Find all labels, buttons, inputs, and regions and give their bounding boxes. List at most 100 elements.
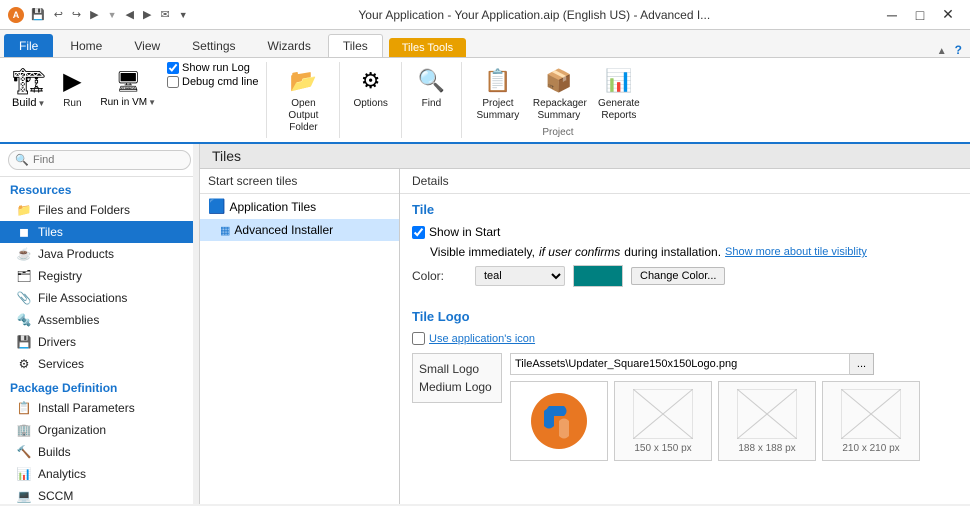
quick-access-forward[interactable]: ▶ [140, 7, 154, 22]
logo-input-row: ... [510, 353, 920, 375]
run-in-vm-button[interactable]: 🖥 Run in VM ▼ [95, 62, 161, 111]
details-header: Details [400, 169, 970, 194]
options-icon: ⚙ [355, 65, 387, 97]
sidebar-item-java-products[interactable]: ☕ Java Products [0, 243, 199, 265]
tree-item-application-tiles[interactable]: 🟦 Application Tiles [200, 194, 399, 219]
logo-thumbnails: 150 x 150 px [510, 381, 920, 461]
show-in-start-checkbox-label[interactable]: Show in Start [412, 225, 500, 239]
sidebar-item-tiles[interactable]: ◼ Tiles [0, 221, 199, 243]
project-summary-button[interactable]: 📋 Project Summary [470, 62, 526, 125]
builds-icon: 🔨 [16, 444, 32, 460]
logo-browse-button[interactable]: ... [850, 353, 874, 375]
window-title: Your Application - Your Application.aip … [191, 8, 878, 22]
quick-access-run[interactable]: ▶ [87, 7, 101, 22]
show-in-start-row: Show in Start [412, 225, 958, 239]
sidebar-item-organization[interactable]: 🏢 Organization [0, 419, 199, 441]
resources-header: Resources [0, 177, 199, 199]
debug-cmd-line-input[interactable] [167, 76, 179, 88]
sidebar-item-assemblies[interactable]: 🔩 Assemblies [0, 309, 199, 331]
sidebar-item-services[interactable]: ⚙ Services [0, 353, 199, 375]
sidebar-item-registry[interactable]: 🗂 Registry [0, 265, 199, 287]
logo-path-input[interactable] [510, 353, 850, 375]
run-button[interactable]: ▶ Run [51, 62, 93, 113]
search-icon: 🔍 [15, 154, 29, 167]
color-row: Color: teal Change Color... [412, 265, 958, 287]
sidebar-item-analytics[interactable]: 📊 Analytics [0, 463, 199, 485]
options-label: Options [353, 98, 387, 110]
tab-view[interactable]: View [119, 34, 175, 57]
logo-thumb-150: 150 x 150 px [614, 381, 712, 461]
tab-tiles[interactable]: Tiles [328, 34, 383, 57]
ribbon-expand-icon[interactable]: ▲ [933, 46, 951, 57]
find-button[interactable]: 🔍 Find [410, 62, 452, 113]
ribbon-help-icon[interactable]: ? [951, 43, 966, 57]
thumb-150-label: 150 x 150 px [634, 443, 691, 454]
use-app-icon-checkbox[interactable] [412, 332, 425, 345]
project-summary-icon: 📋 [482, 65, 514, 97]
open-output-folder-button[interactable]: 📂 Open Output Folder [275, 62, 331, 137]
tab-settings[interactable]: Settings [177, 34, 250, 57]
tab-file[interactable]: File [4, 34, 53, 57]
tile-logo-section: Use application's icon Small Logo Medium… [400, 328, 970, 469]
change-color-button[interactable]: Change Color... [631, 267, 725, 285]
sidebar-item-drivers[interactable]: 💾 Drivers [0, 331, 199, 353]
tab-home[interactable]: Home [55, 34, 117, 57]
generate-reports-button[interactable]: 📊 Generate Reports [592, 62, 646, 125]
advanced-installer-label: Advanced Installer [234, 223, 333, 237]
close-button[interactable]: ✕ [934, 1, 962, 29]
repackager-summary-button[interactable]: 📦 Repackager Summary [528, 62, 590, 125]
tab-wizards[interactable]: Wizards [253, 34, 326, 57]
sidebar-item-files-and-folders[interactable]: 📁 Files and Folders [0, 199, 199, 221]
quick-access-back[interactable]: ◀ [123, 7, 137, 22]
ribbon-group-project: 📋 Project Summary 📦 Repackager Summary 📊… [462, 62, 654, 138]
if-user-confirms-text: if user confirms [539, 245, 620, 259]
logo-labels-box: Small Logo Medium Logo [412, 353, 502, 403]
placeholder-210 [841, 389, 901, 439]
sidebar-item-builds[interactable]: 🔨 Builds [0, 441, 199, 463]
project-group-buttons: 📋 Project Summary 📦 Repackager Summary 📊… [470, 62, 646, 125]
tree-item-advanced-installer[interactable]: ▦ Advanced Installer [200, 219, 399, 241]
sidebar-scrollbar[interactable] [193, 144, 199, 504]
minimize-button[interactable]: ─ [878, 1, 906, 29]
repackager-summary-label: Repackager Summary [533, 98, 585, 122]
thumb-210-label: 210 x 210 px [842, 443, 899, 454]
quick-access-mail[interactable]: ✉ [157, 7, 172, 22]
show-run-log-input[interactable] [167, 62, 179, 74]
placeholder-188 [737, 389, 797, 439]
sidebar-scroll[interactable]: Resources 📁 Files and Folders ◼ Tiles ☕ … [0, 177, 199, 504]
build-button[interactable]: 🏗 Build ▼ [8, 62, 49, 112]
install-params-label: Install Parameters [38, 401, 135, 415]
tab-tiles-tools[interactable]: Tiles Tools [389, 38, 466, 57]
logo-thumb-188: 188 x 188 px [718, 381, 816, 461]
quick-access-save[interactable]: 💾 [28, 7, 48, 22]
color-select[interactable]: teal [475, 266, 565, 286]
show-more-link[interactable]: Show more about tile visiblity [725, 246, 867, 258]
sidebar-item-install-parameters[interactable]: 📋 Install Parameters [0, 397, 199, 419]
tiles-section-header: Tiles [200, 144, 970, 169]
search-input[interactable] [8, 150, 191, 170]
quick-access-more[interactable]: ▼ [176, 9, 191, 21]
use-app-icon-label[interactable]: Use application's icon [429, 333, 535, 345]
build-label-row: Build ▼ [12, 97, 45, 109]
tile-logo-title: Tile Logo [400, 301, 970, 328]
maximize-button[interactable]: □ [906, 1, 934, 29]
thumb-188-label: 188 x 188 px [738, 443, 795, 454]
show-in-start-checkbox[interactable] [412, 226, 425, 239]
show-run-log-checkbox[interactable]: Show run Log [167, 62, 258, 74]
quick-access-undo[interactable]: ↩ [51, 7, 66, 22]
drivers-icon: 💾 [16, 334, 32, 350]
sidebar-item-file-associations[interactable]: 📎 File Associations [0, 287, 199, 309]
quick-access-arrow[interactable]: ▼ [105, 9, 120, 21]
title-bar-tools: 💾 ↩ ↪ ▶ ▼ ◀ ▶ ✉ ▼ [28, 7, 191, 22]
drivers-label: Drivers [38, 335, 76, 349]
medium-logo-label: Medium Logo [419, 378, 495, 396]
java-label: Java Products [38, 247, 114, 261]
placeholder-210-svg [841, 389, 901, 439]
visible-text: Visible immediately, [430, 245, 535, 259]
org-icon: 🏢 [16, 422, 32, 438]
sidebar-item-sccm[interactable]: 💻 SCCM [0, 485, 199, 504]
options-button[interactable]: ⚙ Options [348, 62, 392, 113]
debug-cmd-line-checkbox[interactable]: Debug cmd line [167, 76, 258, 88]
ribbon-body: 🏗 Build ▼ ▶ Run 🖥 Run in VM ▼ [0, 58, 970, 144]
quick-access-redo[interactable]: ↪ [69, 7, 84, 22]
